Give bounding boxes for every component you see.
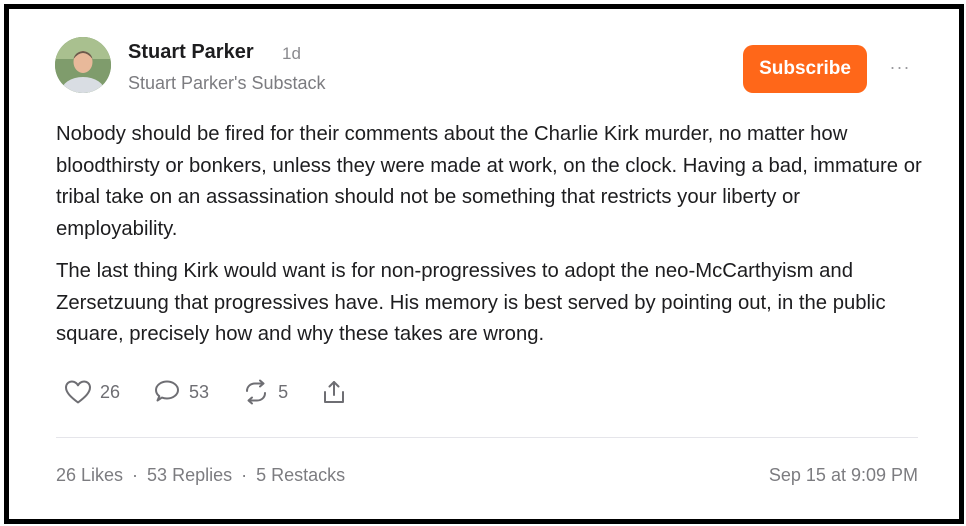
reply-button[interactable]: 53: [153, 379, 209, 405]
comment-icon: [155, 380, 180, 402]
post-timestamp[interactable]: Sep 15 at 9:09 PM: [769, 465, 918, 486]
share-icon: [324, 381, 345, 403]
subscribe-button[interactable]: Subscribe: [743, 45, 867, 93]
share-button[interactable]: [321, 379, 347, 405]
post-body: Nobody should be fired for their comment…: [56, 119, 926, 362]
divider: [56, 437, 918, 438]
more-options-icon[interactable]: ···: [887, 57, 913, 77]
separator-dot: ·: [132, 465, 139, 485]
restack-count: 5: [278, 381, 289, 402]
post-time-ago: 1d: [282, 44, 301, 63]
like-count: 26: [100, 381, 121, 402]
action-bar: 26 53 5: [64, 377, 347, 407]
restack-button[interactable]: 5: [242, 379, 288, 405]
avatar[interactable]: [55, 37, 111, 93]
separator-dot: ·: [241, 465, 248, 485]
post-footer: 26 Likes · 53 Replies · 5 Restacks Sep 1…: [56, 465, 918, 486]
author-name[interactable]: Stuart Parker: [128, 41, 254, 64]
restack-icon: [246, 379, 267, 405]
like-button[interactable]: 26: [64, 379, 120, 405]
publication-name[interactable]: Stuart Parker's Substack: [128, 73, 326, 94]
heart-icon: [65, 380, 91, 404]
replies-stat[interactable]: 53 Replies: [147, 465, 232, 486]
post-card: Stuart Parker 1d Stuart Parker's Substac…: [4, 4, 964, 524]
restacks-stat[interactable]: 5 Restacks: [256, 465, 345, 486]
avatar-photo: [55, 37, 111, 93]
likes-stat[interactable]: 26 Likes: [56, 465, 123, 486]
post-paragraph-1: Nobody should be fired for their comment…: [56, 123, 922, 240]
reply-count: 53: [189, 381, 210, 402]
post-paragraph-2: The last thing Kirk would want is for no…: [56, 260, 886, 345]
